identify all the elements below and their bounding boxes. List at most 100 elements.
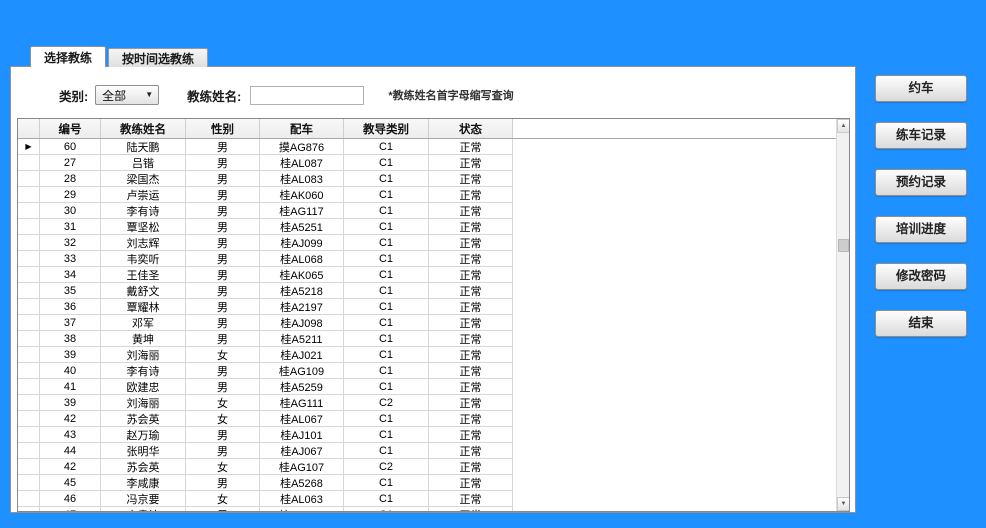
book-car-button[interactable]: 约车	[875, 75, 967, 102]
column-header[interactable]: 配车	[260, 119, 344, 138]
table-row[interactable]: 39刘海丽女桂AG111C2正常	[18, 395, 849, 411]
row-header-cell[interactable]	[18, 155, 40, 171]
cell: C1	[344, 331, 429, 347]
row-header-cell[interactable]	[18, 395, 40, 411]
row-header-cell[interactable]	[18, 235, 40, 251]
table-row[interactable]: 44张明华男桂AJ067C1正常	[18, 443, 849, 459]
cell: 35	[40, 283, 101, 299]
row-header-cell[interactable]	[18, 299, 40, 315]
cell: 桂AJ101	[260, 427, 344, 443]
cell: 37	[40, 315, 101, 331]
row-header-cell[interactable]	[18, 267, 40, 283]
row-header-cell[interactable]	[18, 203, 40, 219]
table-row[interactable]: 30李有诗男桂AG117C1正常	[18, 203, 849, 219]
scrollbar-thumb[interactable]	[838, 239, 849, 252]
cell: 男	[186, 427, 260, 443]
cell: 男	[186, 299, 260, 315]
vertical-scrollbar[interactable]: ▲ ▼	[836, 119, 849, 511]
row-header-cell[interactable]	[18, 379, 40, 395]
cell: 刘海丽	[101, 347, 186, 363]
cell: 桂AG102	[260, 507, 344, 512]
row-header-cell[interactable]	[18, 315, 40, 331]
column-header[interactable]: 状态	[429, 119, 513, 138]
cell: 桂AJ098	[260, 315, 344, 331]
table-row[interactable]: 46冯京要女桂AL063C1正常	[18, 491, 849, 507]
cell: 桂AL067	[260, 411, 344, 427]
row-header-cell[interactable]	[18, 219, 40, 235]
row-header-cell[interactable]: ▶	[18, 139, 40, 155]
column-header[interactable]: 教导类别	[344, 119, 429, 138]
table-row[interactable]: 43赵万瑜男桂AJ101C1正常	[18, 427, 849, 443]
change-password-button[interactable]: 修改密码	[875, 263, 967, 290]
cell: 桂A5251	[260, 219, 344, 235]
table-row[interactable]: 47方贵让男桂AG102C1正常	[18, 507, 849, 512]
cell: 29	[40, 187, 101, 203]
coach-name-input[interactable]	[250, 86, 364, 105]
row-header-cell[interactable]	[18, 171, 40, 187]
cell: C2	[344, 459, 429, 475]
row-header-cell[interactable]	[18, 475, 40, 491]
cell: C1	[344, 203, 429, 219]
reservation-record-button[interactable]: 预约记录	[875, 169, 967, 196]
table-row[interactable]: 33韦奕听男桂AL068C1正常	[18, 251, 849, 267]
cell: 王佳圣	[101, 267, 186, 283]
table-row[interactable]: 42苏会英女桂AL067C1正常	[18, 411, 849, 427]
row-header-cell[interactable]	[18, 251, 40, 267]
table-row[interactable]: 27吕锴男桂AL087C1正常	[18, 155, 849, 171]
cell: 正常	[429, 315, 513, 331]
cell: 桂AG111	[260, 395, 344, 411]
table-row[interactable]: 36覃耀林男桂A2197C1正常	[18, 299, 849, 315]
cell: 正常	[429, 187, 513, 203]
table-row[interactable]: 32刘志辉男桂AJ099C1正常	[18, 235, 849, 251]
cell: 女	[186, 347, 260, 363]
cell: 正常	[429, 427, 513, 443]
cell: 男	[186, 171, 260, 187]
table-row[interactable]: 42苏会英女桂AG107C2正常	[18, 459, 849, 475]
row-header-cell[interactable]	[18, 491, 40, 507]
column-header[interactable]: 教练姓名	[101, 119, 186, 138]
cell: 梁国杰	[101, 171, 186, 187]
cell: 桂A2197	[260, 299, 344, 315]
table-row[interactable]: 41欧建忠男桂A5259C1正常	[18, 379, 849, 395]
column-header[interactable]: 性别	[186, 119, 260, 138]
row-header-cell[interactable]	[18, 347, 40, 363]
row-header-cell[interactable]	[18, 411, 40, 427]
tab-select-coach-by-time[interactable]: 按时间选教练	[108, 48, 208, 67]
row-header-cell[interactable]	[18, 507, 40, 512]
cell: 黄坤	[101, 331, 186, 347]
category-dropdown[interactable]: 全部 ▼	[95, 85, 159, 105]
row-header-cell[interactable]	[18, 187, 40, 203]
table-row[interactable]: 38黄坤男桂A5211C1正常	[18, 331, 849, 347]
end-button[interactable]: 结束	[875, 310, 967, 337]
row-header-cell[interactable]	[18, 331, 40, 347]
practice-record-button[interactable]: 练车记录	[875, 122, 967, 149]
table-row[interactable]: 37邓军男桂AJ098C1正常	[18, 315, 849, 331]
cell: 正常	[429, 363, 513, 379]
table-row[interactable]: 31覃坚松男桂A5251C1正常	[18, 219, 849, 235]
table-row[interactable]: 39刘海丽女桂AJ021C1正常	[18, 347, 849, 363]
scroll-down-icon[interactable]: ▼	[837, 497, 850, 511]
row-header-cell[interactable]	[18, 459, 40, 475]
training-progress-button[interactable]: 培训进度	[875, 216, 967, 243]
table-row[interactable]: ▶60陆天鹏男摸AG876C1正常	[18, 139, 849, 155]
tab-select-coach[interactable]: 选择教练	[30, 46, 106, 67]
table-row[interactable]: 34王佳圣男桂AK065C1正常	[18, 267, 849, 283]
cell: 男	[186, 203, 260, 219]
cell: C1	[344, 475, 429, 491]
row-header-cell[interactable]	[18, 363, 40, 379]
row-header-cell[interactable]	[18, 427, 40, 443]
cell: 陆天鹏	[101, 139, 186, 155]
table-row[interactable]: 28梁国杰男桂AL083C1正常	[18, 171, 849, 187]
row-header-cell[interactable]	[18, 283, 40, 299]
cell: 男	[186, 251, 260, 267]
scroll-up-icon[interactable]: ▲	[837, 119, 850, 133]
cell: C1	[344, 139, 429, 155]
cell: 李有诗	[101, 203, 186, 219]
table-row[interactable]: 40李有诗男桂AG109C1正常	[18, 363, 849, 379]
row-header-cell[interactable]	[18, 443, 40, 459]
cell: 42	[40, 411, 101, 427]
table-row[interactable]: 35戴舒文男桂A5218C1正常	[18, 283, 849, 299]
table-row[interactable]: 29卢崇运男桂AK060C1正常	[18, 187, 849, 203]
table-row[interactable]: 45李咸康男桂A5268C1正常	[18, 475, 849, 491]
column-header[interactable]: 编号	[40, 119, 101, 138]
